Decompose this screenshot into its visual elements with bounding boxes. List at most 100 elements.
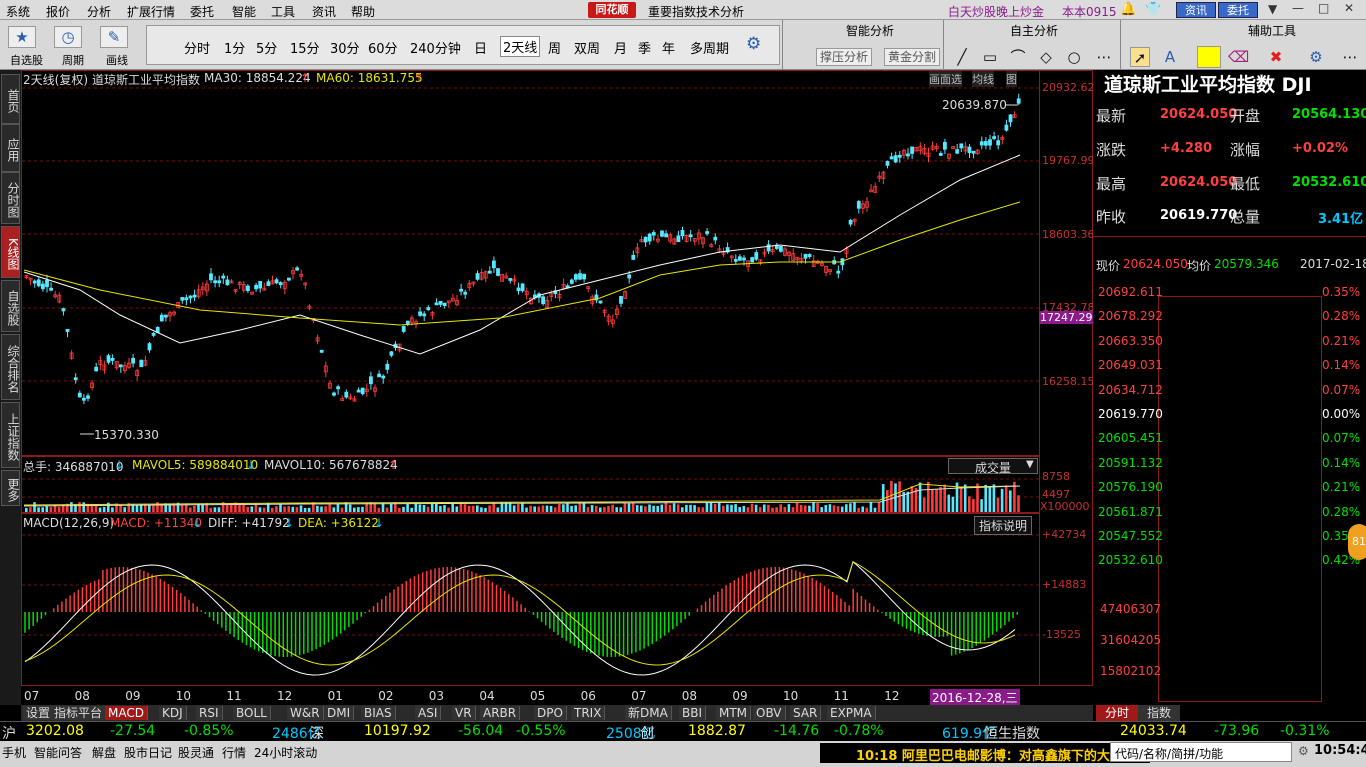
index-item: 10197.92 (364, 723, 431, 739)
status-item-3[interactable]: 股市日记 (124, 744, 172, 761)
search-input[interactable]: 代码/名称/简拼/功能 (1110, 742, 1292, 762)
menu-6[interactable]: 工具 (271, 3, 295, 20)
status-item-1[interactable]: 智能问答 (34, 744, 82, 761)
volume-bar (98, 507, 102, 512)
menu-1[interactable]: 报价 (46, 3, 70, 20)
indicator-tab-8[interactable]: BIAS (361, 706, 396, 720)
indicator-dropdown[interactable]: 成交量 (948, 458, 1038, 475)
status-item-2[interactable]: 解盘 (92, 744, 116, 761)
month-label: 09 (732, 689, 748, 703)
indicator-tab-18[interactable]: SAR (790, 706, 822, 720)
kline-tool-select[interactable]: 画面选 (929, 71, 962, 87)
volume-bar (180, 505, 184, 512)
indicator-tab-12[interactable]: DPO (534, 706, 567, 720)
status-item-5[interactable]: 行情 (222, 744, 246, 761)
volume-bar (693, 505, 696, 512)
volume-bar (922, 497, 926, 512)
indicator-tab-14[interactable]: 新DMA (625, 706, 672, 720)
indicator-tab-0[interactable]: 设置 (23, 706, 55, 720)
volume-bar (537, 506, 541, 512)
menu-5[interactable]: 智能 (232, 3, 256, 20)
menu-0[interactable]: 系统 (6, 3, 30, 20)
status-item-4[interactable]: 股灵通 (178, 744, 214, 761)
volume-bar (828, 504, 832, 512)
volume-bar (783, 506, 787, 512)
indicator-tab-13[interactable]: TRIX (571, 706, 606, 720)
candle-body (434, 302, 439, 306)
volume-bar (738, 507, 741, 512)
indicator-tab-16[interactable]: MTM (716, 706, 752, 720)
intraday-chart[interactable] (1158, 296, 1322, 702)
status-item-6[interactable]: 24小时滚动 (254, 744, 317, 761)
indicator-tab-4[interactable]: RSI (196, 706, 223, 720)
candle-body (992, 136, 996, 139)
volume-bar (685, 504, 688, 512)
status-item-0[interactable]: 手机 (2, 744, 26, 761)
indicator-tab-2[interactable]: MACD (105, 706, 148, 720)
axis-tick: 19767.99 (1042, 154, 1095, 167)
candle-body (45, 279, 49, 288)
month-label: 07 (631, 689, 647, 703)
index-item: 24033.74 (1120, 723, 1187, 739)
chevron-down-icon[interactable]: ▼ (1026, 459, 1034, 470)
quote-value: +4.280 (1160, 141, 1213, 156)
indicator-tab-7[interactable]: DMI (324, 706, 355, 720)
volume-bar (664, 502, 668, 512)
indicator-tab-9[interactable]: ASI (415, 706, 442, 720)
news-ticker[interactable]: 10:18 阿里巴巴电邮影博：对高鑫旗下的大润发 (820, 743, 1150, 763)
menu-8[interactable]: 帮助 (351, 3, 375, 20)
indicator-tab-11[interactable]: ARBR (480, 706, 521, 720)
indicator-tab-15[interactable]: BBI (679, 706, 707, 720)
intraday-pct-tick: 0.28% (1322, 309, 1361, 324)
indicator-help-button[interactable]: 指标说明 (974, 516, 1033, 535)
kline-tool-ma[interactable]: 均线 (972, 71, 994, 87)
macd-axis-tick: -13525 (1042, 628, 1081, 641)
intraday-price-tick: 20561.871 (1098, 504, 1163, 519)
volume-bar (123, 507, 126, 512)
tab-index[interactable]: 指数 (1138, 705, 1180, 721)
candle-body (619, 296, 623, 304)
volume-bar (299, 505, 303, 512)
candle-body (184, 297, 189, 301)
intraday-price-tick: 20547.552 (1098, 529, 1163, 543)
volume-bar (545, 505, 549, 512)
volume-bar (771, 507, 774, 512)
volume-bar (832, 505, 836, 512)
volume-bar (635, 505, 639, 512)
kline-tool-chart[interactable]: 图 (1006, 71, 1017, 87)
candle-body (971, 150, 976, 154)
menu-3[interactable]: 扩展行情 (127, 3, 175, 20)
indicator-tab-19[interactable]: EXPMA (827, 706, 876, 720)
indicator-tab-17[interactable]: OBV (753, 706, 786, 720)
volume-bar (529, 505, 532, 512)
volume-bar (623, 502, 627, 512)
quote-value: 20564.130 (1292, 107, 1366, 122)
candle-body (221, 275, 226, 279)
candle-body (779, 245, 783, 252)
indicator-tab-6[interactable]: W&R (287, 706, 324, 720)
intraday-pct-tick: 0.14% (1322, 455, 1361, 470)
indicator-tab-1[interactable]: 指标平台 (51, 706, 107, 720)
volume-bar (840, 506, 844, 512)
quote-value: 20619.770 (1160, 208, 1238, 223)
intraday-price-tick: 20678.292 (1098, 309, 1163, 324)
settings-icon[interactable]: ⚙ (1298, 744, 1309, 758)
tab-intraday[interactable]: 分时 (1096, 705, 1138, 721)
menu-7[interactable]: 资讯 (312, 3, 336, 20)
indicator-tab-3[interactable]: KDJ (159, 706, 187, 720)
month-label: 10 (783, 689, 799, 703)
intraday-pct-tick: 0.28% (1322, 504, 1361, 519)
volume-bar (287, 506, 290, 512)
volume-bar (730, 504, 733, 512)
ma30-label: MA30: 18854.224 (204, 71, 311, 85)
avg-price-label: 均价 (1187, 259, 1212, 273)
volume-bar (447, 507, 450, 512)
indicator-tab-5[interactable]: BOLL (233, 706, 271, 720)
candle-body (750, 257, 755, 263)
candle-body (258, 281, 263, 289)
indicator-tab-10[interactable]: VR (452, 706, 476, 720)
menu-2[interactable]: 分析 (87, 3, 111, 20)
volume-bar (959, 486, 963, 512)
menu-4[interactable]: 委托 (190, 3, 214, 20)
float-badge[interactable]: 81 (1348, 524, 1366, 560)
